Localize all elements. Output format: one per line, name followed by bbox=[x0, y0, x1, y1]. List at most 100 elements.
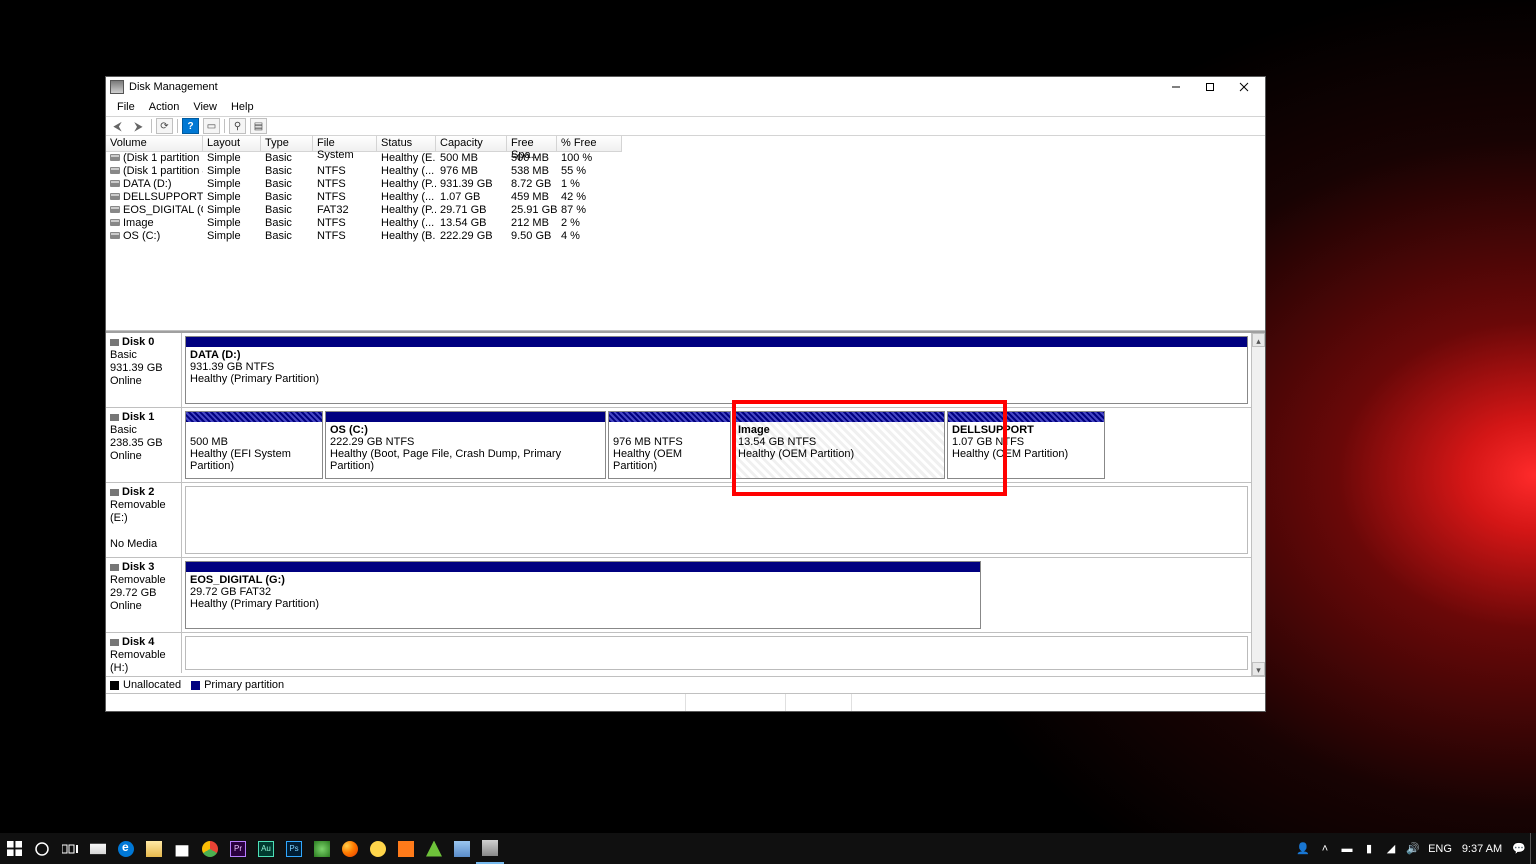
firefox-icon[interactable] bbox=[336, 833, 364, 864]
col-volume[interactable]: Volume bbox=[106, 136, 203, 152]
legend: Unallocated Primary partition bbox=[106, 676, 1265, 693]
volume-row[interactable]: (Disk 1 partition 4)SimpleBasicNTFSHealt… bbox=[106, 165, 1265, 178]
wifi-icon[interactable]: ◢ bbox=[1380, 842, 1402, 855]
toolbar-button[interactable]: ▭ bbox=[203, 118, 220, 134]
partition-color-bar bbox=[186, 562, 980, 572]
disk-label[interactable]: Disk 2 Removable (E:) No Media bbox=[106, 483, 182, 557]
maximize-button[interactable] bbox=[1193, 77, 1227, 97]
scroll-down-icon[interactable]: ▾ bbox=[1252, 662, 1265, 676]
disk-row: Disk 4 Removable (H:) No Media bbox=[106, 633, 1251, 673]
menu-view[interactable]: View bbox=[186, 101, 224, 113]
disk-management-window: Disk Management File Action View Help ⮜ … bbox=[105, 76, 1266, 712]
taskbar-app-icon[interactable] bbox=[364, 833, 392, 864]
disk-management-taskbar-icon[interactable] bbox=[476, 833, 504, 864]
photoshop-icon[interactable]: Ps bbox=[280, 833, 308, 864]
disk-label[interactable]: Disk 4 Removable (H:) No Media bbox=[106, 633, 182, 673]
scrollbar[interactable]: ▴ ▾ bbox=[1251, 333, 1265, 676]
partition-empty[interactable] bbox=[185, 486, 1248, 554]
col-freespace[interactable]: Free Spa... bbox=[507, 136, 557, 152]
people-icon[interactable]: 👤 bbox=[1292, 842, 1314, 855]
mail-icon[interactable] bbox=[84, 833, 112, 864]
edge-icon[interactable]: e bbox=[112, 833, 140, 864]
window-title: Disk Management bbox=[129, 81, 218, 93]
audition-icon[interactable]: Au bbox=[252, 833, 280, 864]
task-view-icon[interactable] bbox=[56, 833, 84, 864]
chrome-icon[interactable] bbox=[196, 833, 224, 864]
forward-icon[interactable]: ⮞ bbox=[130, 118, 147, 134]
disk-label[interactable]: Disk 1 Basic238.35 GBOnline bbox=[106, 408, 182, 482]
titlebar[interactable]: Disk Management bbox=[106, 77, 1265, 97]
partition-color-bar bbox=[186, 337, 1247, 347]
col-pctfree[interactable]: % Free bbox=[557, 136, 622, 152]
volume-row[interactable]: DELLSUPPORTSimpleBasicNTFSHealthy (...1.… bbox=[106, 191, 1265, 204]
legend-swatch-unallocated bbox=[110, 681, 119, 690]
menubar: File Action View Help bbox=[106, 97, 1265, 116]
volume-icon[interactable]: 🔊 bbox=[1402, 842, 1424, 855]
premiere-icon[interactable]: Pr bbox=[224, 833, 252, 864]
show-desktop-button[interactable] bbox=[1530, 833, 1536, 864]
partition[interactable]: OS (C:)222.29 GB NTFSHealthy (Boot, Page… bbox=[325, 411, 606, 479]
legend-unallocated: Unallocated bbox=[123, 679, 181, 691]
refresh-icon[interactable]: ⟳ bbox=[156, 118, 173, 134]
taskbar-app-icon[interactable] bbox=[308, 833, 336, 864]
menu-action[interactable]: Action bbox=[142, 101, 187, 113]
start-button[interactable] bbox=[0, 833, 28, 864]
partition[interactable]: DATA (D:) 931.39 GB NTFS Healthy (Primar… bbox=[185, 336, 1248, 404]
menu-file[interactable]: File bbox=[110, 101, 142, 113]
toolbar-button[interactable]: ⚲ bbox=[229, 118, 246, 134]
minimize-button[interactable] bbox=[1159, 77, 1193, 97]
scroll-up-icon[interactable]: ▴ bbox=[1252, 333, 1265, 347]
col-capacity[interactable]: Capacity bbox=[436, 136, 507, 152]
taskbar-app-icon[interactable] bbox=[392, 833, 420, 864]
legend-swatch-primary bbox=[191, 681, 200, 690]
volume-row[interactable]: OS (C:)SimpleBasicNTFSHealthy (B...222.2… bbox=[106, 230, 1265, 243]
network-icon[interactable]: ▬ bbox=[1336, 843, 1358, 855]
volume-row[interactable]: (Disk 1 partition 1)SimpleBasicHealthy (… bbox=[106, 152, 1265, 165]
disk-icon bbox=[110, 564, 119, 571]
close-button[interactable] bbox=[1227, 77, 1261, 97]
toolbar-separator bbox=[224, 119, 225, 133]
volume-list-header[interactable]: Volume Layout Type File System Status Ca… bbox=[106, 136, 1265, 152]
col-type[interactable]: Type bbox=[261, 136, 313, 152]
partition[interactable]: EOS_DIGITAL (G:)29.72 GB FAT32Healthy (P… bbox=[185, 561, 981, 629]
app-icon bbox=[110, 80, 124, 94]
clock[interactable]: 9:37 AM bbox=[1456, 843, 1508, 855]
tray-chevron-icon[interactable]: ˄ bbox=[1314, 843, 1336, 855]
col-layout[interactable]: Layout bbox=[203, 136, 261, 152]
taskbar[interactable]: e Pr Au Ps 👤 ˄ ▬ ▮ ◢ 🔊 ENG 9:37 AM 💬 bbox=[0, 833, 1536, 864]
disk-label[interactable]: Disk 3 Removable29.72 GBOnline bbox=[106, 558, 182, 632]
toolbar-button[interactable]: ▤ bbox=[250, 118, 267, 134]
back-icon[interactable]: ⮜ bbox=[109, 118, 126, 134]
disk-row: Disk 1 Basic238.35 GBOnline 500 MBHealth… bbox=[106, 408, 1251, 483]
battery-icon[interactable]: ▮ bbox=[1358, 842, 1380, 855]
volume-row[interactable]: ImageSimpleBasicNTFSHealthy (...13.54 GB… bbox=[106, 217, 1265, 230]
store-icon[interactable] bbox=[168, 833, 196, 864]
legend-primary: Primary partition bbox=[204, 679, 284, 691]
partition[interactable]: 500 MBHealthy (EFI System Partition) bbox=[185, 411, 323, 479]
partition[interactable]: 976 MB NTFSHealthy (OEM Partition) bbox=[608, 411, 731, 479]
partition-color-bar bbox=[948, 412, 1104, 422]
partition-empty[interactable] bbox=[185, 636, 1248, 670]
volume-row[interactable]: EOS_DIGITAL (G:)SimpleBasicFAT32Healthy … bbox=[106, 204, 1265, 217]
disk-row: Disk 2 Removable (E:) No Media bbox=[106, 483, 1251, 558]
toolbar-separator bbox=[177, 119, 178, 133]
help-icon[interactable]: ? bbox=[182, 118, 199, 134]
file-explorer-icon[interactable] bbox=[140, 833, 168, 864]
partition-color-bar bbox=[186, 412, 322, 422]
toolbar: ⮜ ⮞ ⟳ ? ▭ ⚲ ▤ bbox=[106, 116, 1265, 136]
disk-row: Disk 0 Basic931.39 GBOnline DATA (D:) 93… bbox=[106, 333, 1251, 408]
col-filesystem[interactable]: File System bbox=[313, 136, 377, 152]
language-indicator[interactable]: ENG bbox=[1424, 843, 1456, 855]
volume-row[interactable]: DATA (D:)SimpleBasicNTFSHealthy (P...931… bbox=[106, 178, 1265, 191]
disk-label[interactable]: Disk 0 Basic931.39 GBOnline bbox=[106, 333, 182, 407]
cortana-icon[interactable] bbox=[28, 833, 56, 864]
taskbar-app-icon[interactable] bbox=[420, 833, 448, 864]
col-status[interactable]: Status bbox=[377, 136, 436, 152]
action-center-icon[interactable]: 💬 bbox=[1508, 842, 1530, 855]
taskbar-app-icon[interactable] bbox=[448, 833, 476, 864]
partition-image[interactable]: Image13.54 GB NTFSHealthy (OEM Partition… bbox=[733, 411, 945, 479]
disk-row: Disk 3 Removable29.72 GBOnline EOS_DIGIT… bbox=[106, 558, 1251, 633]
menu-help[interactable]: Help bbox=[224, 101, 261, 113]
volume-list[interactable]: Volume Layout Type File System Status Ca… bbox=[106, 136, 1265, 331]
partition[interactable]: DELLSUPPORT1.07 GB NTFSHealthy (OEM Part… bbox=[947, 411, 1105, 479]
